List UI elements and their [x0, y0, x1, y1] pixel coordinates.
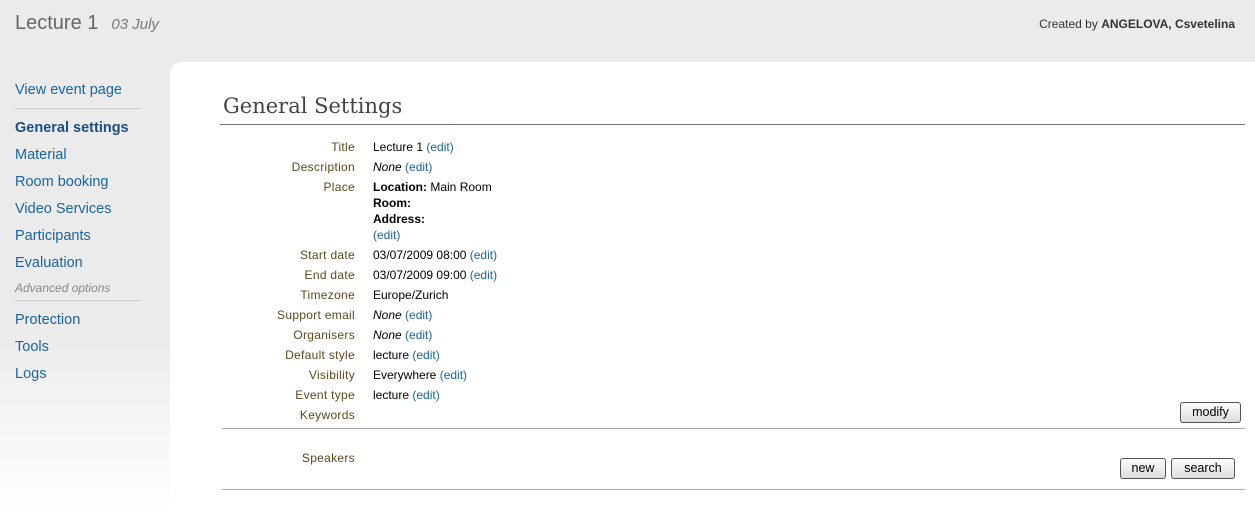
- event-title: Lecture 1: [15, 12, 99, 34]
- creator-name: ANGELOVA, Csvetelina: [1101, 17, 1235, 31]
- room-label: Room:: [373, 196, 411, 210]
- field-value: None (edit): [373, 307, 432, 323]
- location-label: Location:: [373, 180, 427, 194]
- field-value: Lecture 1 (edit): [373, 139, 454, 155]
- visibility-value: Everywhere: [373, 368, 437, 382]
- sidebar-item-view-event-page[interactable]: View event page: [15, 80, 140, 108]
- field-value: 03/07/2009 09:00 (edit): [373, 267, 497, 283]
- section-divider: [222, 489, 1245, 490]
- field-label: Default style: [285, 348, 355, 362]
- sidebar-item-logs[interactable]: Logs: [15, 364, 140, 391]
- description-value: None: [373, 160, 402, 174]
- field-value: None (edit): [373, 159, 432, 175]
- created-by-prefix: Created by: [1039, 17, 1098, 31]
- field-value: 03/07/2009 08:00 (edit): [373, 247, 497, 263]
- advanced-options-heading: Advanced options: [15, 281, 111, 295]
- field-label: Organisers: [293, 328, 355, 342]
- address-label: Address:: [373, 212, 426, 226]
- field-label: Visibility: [308, 368, 355, 382]
- field-value: Everywhere (edit): [373, 367, 467, 383]
- title-value: Lecture 1: [373, 140, 424, 154]
- new-speaker-button[interactable]: new: [1120, 458, 1166, 479]
- field-label: Description: [291, 160, 355, 174]
- edit-start-date-link[interactable]: (edit): [470, 248, 497, 262]
- edit-default-style-link[interactable]: (edit): [412, 348, 439, 362]
- search-speaker-button[interactable]: search: [1171, 458, 1235, 479]
- field-label: Speakers: [301, 451, 355, 465]
- field-label: Keywords: [299, 408, 355, 422]
- sidebar-divider: [15, 300, 140, 301]
- sidebar-item-general-settings[interactable]: General settings: [15, 118, 140, 145]
- edit-organisers-link[interactable]: (edit): [405, 328, 432, 342]
- section-divider: [222, 428, 1245, 429]
- organisers-value: None: [373, 328, 402, 342]
- title-divider: [220, 124, 1245, 125]
- field-label: Support email: [277, 308, 355, 322]
- event-date: 03 July: [111, 16, 159, 33]
- edit-description-link[interactable]: (edit): [405, 160, 432, 174]
- location-value: Main Room: [430, 180, 492, 194]
- edit-title-link[interactable]: (edit): [426, 140, 453, 154]
- field-value: Location: Main Room Room: Address: (edit…: [373, 179, 492, 243]
- created-by: Created by ANGELOVA, Csvetelina: [1039, 17, 1235, 31]
- field-value: lecture (edit): [373, 347, 440, 363]
- edit-end-date-link[interactable]: (edit): [470, 268, 497, 282]
- sidebar-divider: [15, 108, 140, 109]
- section-title: General Settings: [223, 94, 403, 118]
- modify-button[interactable]: modify: [1180, 402, 1241, 423]
- field-label: Place: [323, 180, 355, 194]
- field-label: Timezone: [300, 288, 355, 302]
- main-panel: General Settings Title Lecture 1 (edit) …: [170, 62, 1255, 512]
- timezone-value: Europe/Zurich: [373, 288, 449, 302]
- end-date-value: 03/07/2009 09:00: [373, 268, 467, 282]
- sidebar-item-tools[interactable]: Tools: [15, 337, 140, 364]
- start-date-value: 03/07/2009 08:00: [373, 248, 467, 262]
- edit-support-email-link[interactable]: (edit): [405, 308, 432, 322]
- sidebar-item-evaluation[interactable]: Evaluation: [15, 253, 140, 280]
- default-style-value: lecture: [373, 348, 410, 362]
- event-type-value: lecture: [373, 388, 410, 402]
- field-value: lecture (edit): [373, 387, 440, 403]
- field-value: None (edit): [373, 327, 432, 343]
- sidebar-item-material[interactable]: Material: [15, 145, 140, 172]
- edit-event-type-link[interactable]: (edit): [412, 388, 439, 402]
- event-header: Lecture 1 03 July: [15, 12, 159, 35]
- sidebar: View event page General settings Materia…: [15, 80, 140, 391]
- edit-place-link[interactable]: (edit): [373, 228, 400, 242]
- sidebar-item-participants[interactable]: Participants: [15, 226, 140, 253]
- sidebar-item-protection[interactable]: Protection: [15, 310, 140, 337]
- field-value: Europe/Zurich: [373, 287, 448, 303]
- field-label: End date: [304, 268, 355, 282]
- field-label: Title: [331, 140, 355, 154]
- field-label: Event type: [295, 388, 355, 402]
- sidebar-item-video-services[interactable]: Video Services: [15, 199, 140, 226]
- edit-visibility-link[interactable]: (edit): [440, 368, 467, 382]
- sidebar-item-room-booking[interactable]: Room booking: [15, 172, 140, 199]
- field-label: Start date: [299, 248, 355, 262]
- support-email-value: None: [373, 308, 402, 322]
